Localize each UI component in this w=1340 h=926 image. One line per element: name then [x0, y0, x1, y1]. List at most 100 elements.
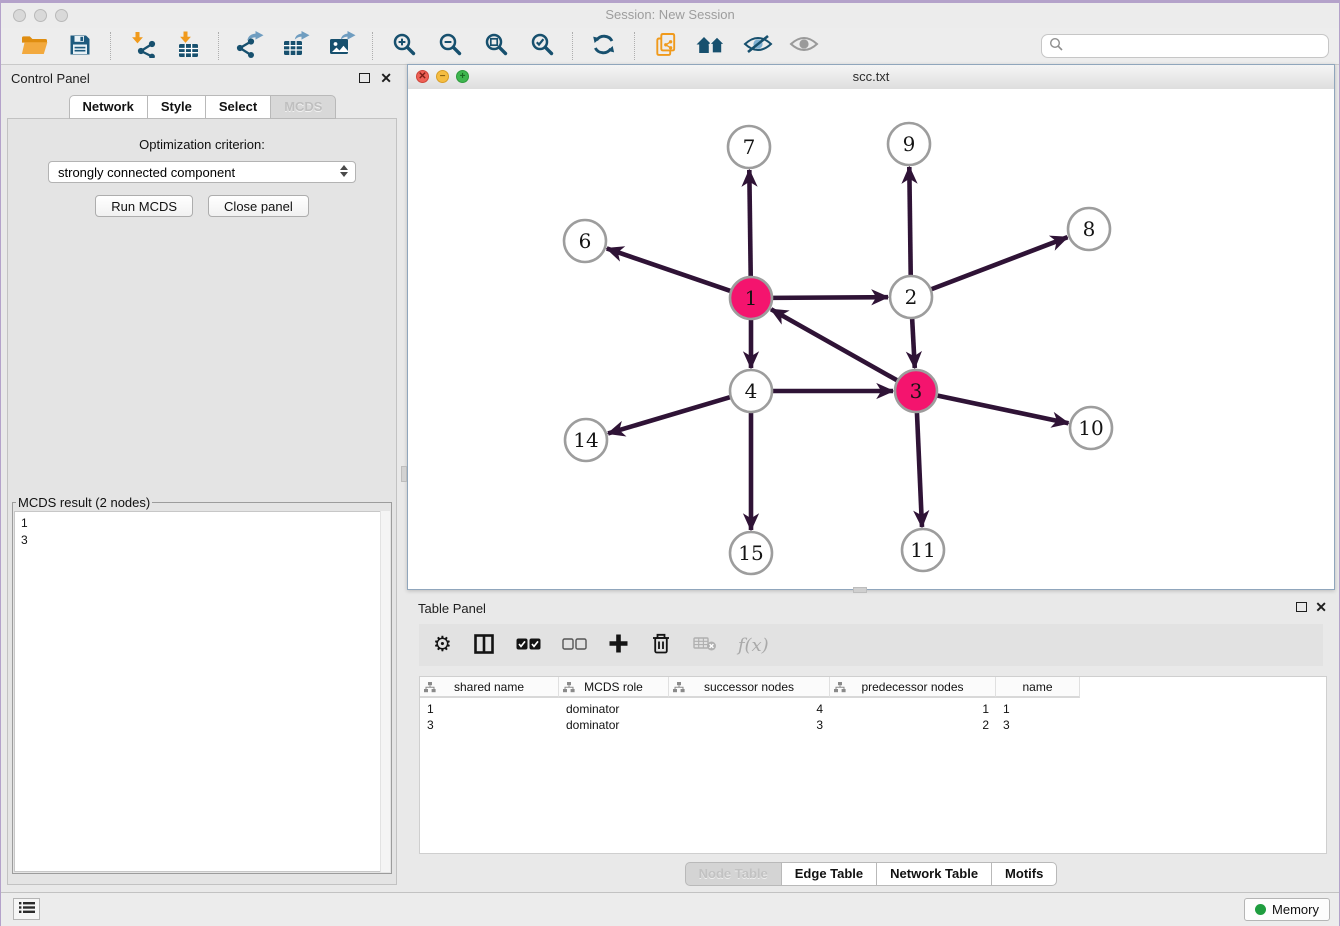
tab-motifs[interactable]: Motifs: [991, 862, 1057, 886]
tab-mcds[interactable]: MCDS: [270, 95, 336, 119]
show-column-button[interactable]: [473, 632, 495, 658]
export-table-button[interactable]: [278, 31, 314, 61]
export-network-button[interactable]: [232, 31, 268, 61]
graph-edge-1-6[interactable]: [607, 248, 731, 291]
save-session-button[interactable]: [62, 31, 98, 61]
column-header-MCDS-role[interactable]: MCDS role: [559, 677, 669, 698]
column-header-shared-name[interactable]: shared name: [420, 677, 559, 698]
search-input[interactable]: [1068, 38, 1321, 55]
show-all-button[interactable]: [786, 31, 822, 61]
table-cell[interactable]: 1: [420, 702, 559, 716]
search-box[interactable]: [1041, 34, 1329, 58]
criterion-selected-value: strongly connected component: [58, 165, 235, 180]
memory-button[interactable]: Memory: [1244, 898, 1330, 921]
graph-node-14[interactable]: 14: [565, 419, 607, 461]
network-view-window: ✕ − + scc.txt 7 9 6 8 1 2 4 3 14 10 15 11: [407, 64, 1335, 590]
mcds-result-group: MCDS result (2 nodes) 1 3: [12, 495, 392, 874]
graph-node-label: 15: [738, 541, 763, 565]
graph-edge-4-14[interactable]: [608, 397, 731, 433]
table-cell[interactable]: 3: [996, 718, 1080, 732]
toolbar-separator: [110, 32, 112, 60]
graph-edge-3-10[interactable]: [937, 395, 1069, 423]
graph-node-10[interactable]: 10: [1070, 407, 1112, 449]
graph-edge-3-1[interactable]: [771, 309, 898, 380]
float-panel-icon[interactable]: [359, 73, 370, 83]
delete-row-button[interactable]: [650, 632, 672, 658]
graph-edge-3-11[interactable]: [917, 412, 922, 527]
graph-node-8[interactable]: 8: [1068, 208, 1110, 250]
tab-style[interactable]: Style: [147, 95, 206, 119]
tab-select[interactable]: Select: [205, 95, 271, 119]
import-table-button[interactable]: [170, 31, 206, 61]
graph-edge-2-8[interactable]: [931, 237, 1068, 289]
table-cell[interactable]: 4: [669, 702, 830, 716]
float-table-panel-icon[interactable]: [1296, 602, 1307, 612]
tab-network-table[interactable]: Network Table: [876, 862, 992, 886]
table-row[interactable]: 1dominator411: [420, 701, 1326, 717]
refresh-view-button[interactable]: [586, 31, 622, 61]
mcds-result-text[interactable]: 1 3: [14, 511, 390, 872]
criterion-select[interactable]: strongly connected component: [48, 161, 356, 183]
tab-node-table[interactable]: Node Table: [685, 862, 782, 886]
result-scrollbar[interactable]: [380, 511, 390, 872]
table-cell[interactable]: dominator: [559, 718, 669, 732]
first-neighbors-button[interactable]: [694, 31, 730, 61]
eye-slash-icon: [743, 33, 773, 59]
zoom-selected-button[interactable]: [524, 31, 560, 61]
network-window-titlebar[interactable]: ✕ − + scc.txt: [408, 65, 1334, 90]
function-builder-button[interactable]: f(x): [738, 632, 769, 658]
zoom-in-button[interactable]: [386, 31, 422, 61]
graph-node-11[interactable]: 11: [902, 529, 944, 571]
node-table: shared nameMCDS rolesuccessor nodesprede…: [419, 676, 1327, 854]
graph-node-2[interactable]: 2: [890, 276, 932, 318]
close-table-panel-icon[interactable]: ✕: [1315, 598, 1327, 616]
graph-node-label: 14: [573, 428, 598, 452]
graph-edge-1-7[interactable]: [749, 170, 750, 277]
import-network-button[interactable]: [124, 31, 160, 61]
column-header-successor-nodes[interactable]: successor nodes: [669, 677, 830, 698]
column-header-predecessor-nodes[interactable]: predecessor nodes: [830, 677, 996, 698]
zoom-fit-button[interactable]: [478, 31, 514, 61]
clear-all-button[interactable]: [562, 632, 587, 658]
graph-node-6[interactable]: 6: [564, 220, 606, 262]
table-cell[interactable]: 1: [830, 702, 996, 716]
open-session-button[interactable]: [16, 31, 52, 61]
vertical-splitter-handle[interactable]: [401, 466, 407, 482]
export-image-button[interactable]: [324, 31, 360, 61]
add-row-button[interactable]: [608, 632, 629, 658]
delete-table-icon: [693, 635, 717, 655]
hide-selected-button[interactable]: [740, 31, 776, 61]
graph-node-9[interactable]: 9: [888, 123, 930, 165]
graph-node-4[interactable]: 4: [730, 370, 772, 412]
graph-edge-2-9[interactable]: [909, 167, 910, 276]
graph-edge-2-3[interactable]: [912, 318, 915, 368]
table-cell[interactable]: 3: [669, 718, 830, 732]
close-panel-button[interactable]: Close panel: [208, 195, 309, 217]
copy-view-button[interactable]: [648, 31, 684, 61]
tab-network[interactable]: Network: [69, 95, 148, 119]
task-history-button[interactable]: [13, 898, 40, 920]
graph-node-1[interactable]: 1: [730, 277, 772, 319]
run-mcds-button[interactable]: Run MCDS: [95, 195, 193, 217]
delete-table-button[interactable]: [693, 632, 717, 658]
graph-node-15[interactable]: 15: [730, 532, 772, 574]
select-all-button[interactable]: [516, 632, 541, 658]
zoom-out-button[interactable]: [432, 31, 468, 61]
graph-node-7[interactable]: 7: [728, 126, 770, 168]
column-header-name[interactable]: name: [996, 677, 1080, 698]
table-cell[interactable]: 3: [420, 718, 559, 732]
table-options-button[interactable]: ⚙: [433, 632, 452, 658]
close-panel-icon[interactable]: ✕: [380, 69, 392, 87]
main-toolbar: [1, 28, 1339, 65]
table-cell[interactable]: 2: [830, 718, 996, 732]
table-row[interactable]: 3dominator323: [420, 717, 1326, 733]
network-canvas[interactable]: 7 9 6 8 1 2 4 3 14 10 15 11: [408, 89, 1334, 589]
toolbar-separator: [218, 32, 220, 60]
eye-icon: [789, 33, 819, 59]
graph-node-3[interactable]: 3: [895, 370, 937, 412]
graph-edge-1-2[interactable]: [772, 297, 888, 298]
table-cell[interactable]: 1: [996, 702, 1080, 716]
table-cell[interactable]: dominator: [559, 702, 669, 716]
horizontal-splitter-handle[interactable]: [853, 587, 867, 593]
tab-edge-table[interactable]: Edge Table: [781, 862, 877, 886]
